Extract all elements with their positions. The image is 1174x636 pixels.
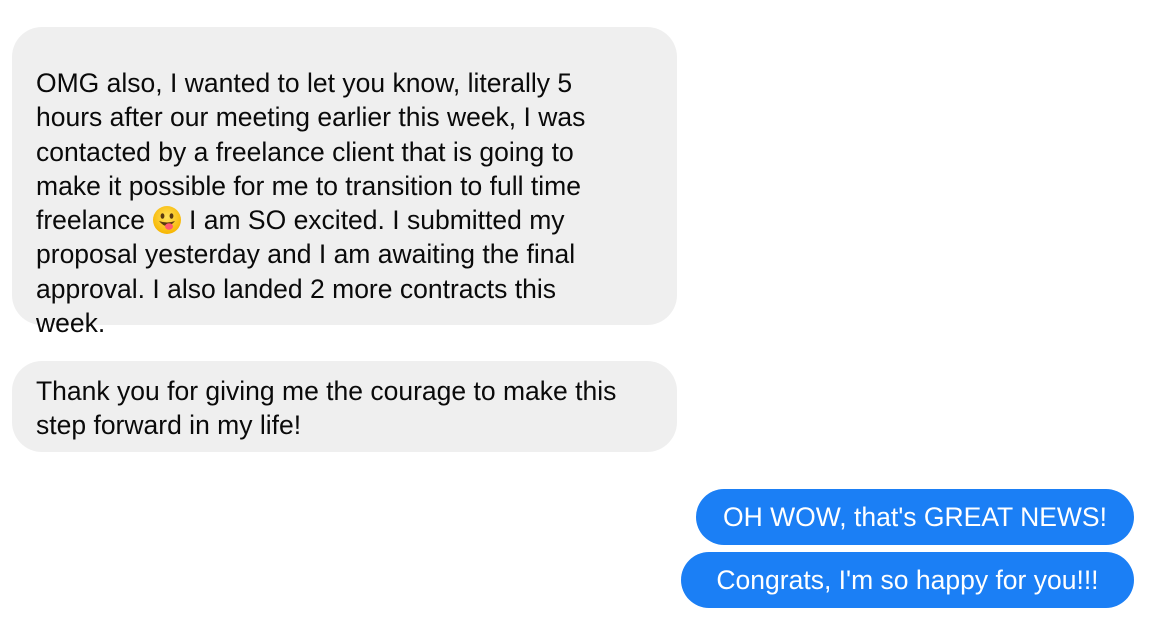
message-line: contacted by a freelance client that is … [36,136,574,167]
message-thread: OMG also, I wanted to let you know, lite… [0,0,1174,636]
message-line: step forward in my life! [36,410,302,441]
message-text: OH WOW, that's GREAT NEWS! [723,502,1107,532]
message-line: week. [36,308,106,339]
message-line-with-emoji: freelance I am SO excited. I submitted m… [36,203,653,237]
message-line: proposal yesterday and I am awaiting the… [36,239,576,270]
message-line: make it possible for me to transition to… [36,170,581,201]
message-text: freelance [36,205,146,236]
incoming-message-bubble[interactable]: OMG also, I wanted to let you know, lite… [12,27,677,338]
message-line: approval. I also landed 2 more contracts… [36,273,556,304]
message-line: hours after our meeting earlier this wee… [36,102,586,133]
message-line: Thank you for giving me the courage to m… [36,376,617,406]
message-text: Congrats, I'm so happy for you!!! [716,565,1099,595]
outgoing-message-bubble[interactable]: Congrats, I'm so happy for you!!! [681,552,1134,608]
grinning-face-with-tongue-icon [152,205,182,235]
message-text: I am SO excited. I submitted my [189,205,565,236]
message-line: OMG also, I wanted to let you know, lite… [36,68,573,98]
incoming-message-bubble[interactable]: Thank you for giving me the courage to m… [12,361,677,452]
outgoing-message-bubble[interactable]: OH WOW, that's GREAT NEWS! [696,489,1134,545]
